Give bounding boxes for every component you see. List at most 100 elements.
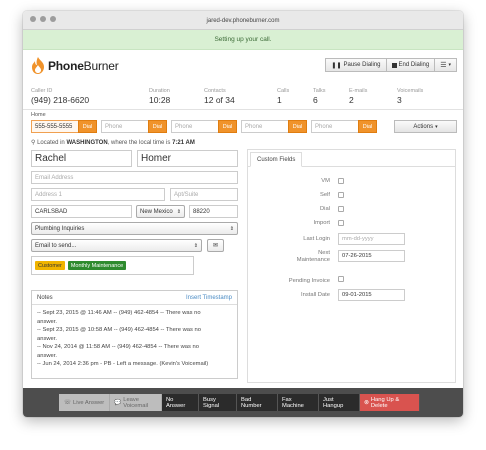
- insert-timestamp-link[interactable]: Insert Timestamp: [186, 295, 232, 301]
- phone-input[interactable]: Phone: [311, 120, 358, 133]
- last-login-input[interactable]: mm-dd-yyyy: [338, 233, 405, 245]
- email-field[interactable]: Email Address: [31, 171, 238, 184]
- address-input[interactable]: Address 1: [31, 188, 165, 201]
- email-template-select[interactable]: Email to send... ⇕: [31, 239, 202, 252]
- note-line: -- Jun 24, 2014 2:36 pm - PB - Left a me…: [37, 361, 209, 367]
- self-checkbox[interactable]: [338, 192, 344, 198]
- phone-input[interactable]: Phone: [171, 120, 218, 133]
- stat-calls-value: 1: [277, 95, 282, 105]
- import-checkbox[interactable]: [338, 220, 344, 226]
- url-bar[interactable]: jared-dev.phoneburner.com: [23, 11, 463, 30]
- phone-entry: Phone Dial: [101, 120, 167, 133]
- flame-logo-icon: [32, 57, 44, 74]
- live-answer-button[interactable]: ☏ Live Answer: [59, 394, 110, 411]
- logo-word-phone: Phone: [48, 58, 84, 73]
- cf-vm-label: VM: [321, 178, 330, 184]
- bad-number-button[interactable]: Bad Number: [237, 394, 278, 411]
- custom-fields-panel: Custom Fields VM Self Dial Import Last L…: [247, 149, 456, 383]
- list-menu-button[interactable]: ☰ ▾: [435, 58, 457, 72]
- phone-input[interactable]: Phone: [101, 120, 148, 133]
- cf-next-maintenance-label-line1: Next: [318, 250, 330, 256]
- zip-input[interactable]: 88220: [189, 205, 238, 218]
- category-select[interactable]: Plumbing Inquiries ⇕: [31, 222, 238, 235]
- updown-arrows-icon: ⇕: [193, 242, 198, 249]
- tag-monthly-maintenance[interactable]: Monthly Maintenance: [67, 261, 127, 270]
- just-hangup-button[interactable]: Just Hangup: [319, 394, 360, 411]
- stat-talks: Talks 6: [313, 88, 326, 105]
- phone-list: 555-555-5555 Dial Phone Dial Phone Dial …: [31, 120, 377, 133]
- note-line: answer.: [37, 318, 57, 325]
- email-send-button[interactable]: ✉: [207, 239, 224, 252]
- tab-custom-fields[interactable]: Custom Fields: [250, 152, 303, 167]
- dial-button[interactable]: Dial: [358, 120, 377, 133]
- dial-button[interactable]: Dial: [148, 120, 167, 133]
- notes-textarea[interactable]: -- Sept 23, 2015 @ 11:46 AM -- (949) 462…: [32, 305, 237, 373]
- cf-row-import: Import: [248, 220, 457, 231]
- busy-signal-button[interactable]: Busy Signal: [199, 394, 237, 411]
- no-answer-button[interactable]: No Answer: [162, 394, 199, 411]
- list-icon: ☰: [440, 62, 447, 69]
- install-date-input[interactable]: 09-01-2015: [338, 289, 405, 301]
- cf-import-label: Import: [313, 220, 330, 226]
- tag-customer[interactable]: Customer: [35, 261, 65, 270]
- pause-dialing-label: Pause Dialing: [343, 62, 381, 68]
- stat-caller-id-value: (949) 218-6620: [31, 95, 90, 105]
- cf-row-dial: Dial: [248, 206, 457, 217]
- phone-type-label: Home: [31, 112, 46, 118]
- note-line: answer.: [37, 335, 57, 342]
- hang-up-delete-button[interactable]: ⊗ Hang Up & Delete: [360, 394, 420, 411]
- state-select-value: New Mexico: [140, 208, 173, 215]
- location-prefix: Located in: [37, 140, 65, 146]
- tags-field[interactable]: Customer Monthly Maintenance: [31, 256, 194, 275]
- phoneburner-logo: PhoneBurner: [31, 57, 119, 74]
- pause-dialing-button[interactable]: ❚❚ Pause Dialing: [325, 58, 387, 72]
- stat-duration-label: Duration: [149, 88, 170, 94]
- cf-row-pending-invoice: Pending Invoice: [248, 276, 457, 287]
- dial-button[interactable]: Dial: [218, 120, 237, 133]
- email-template-value: Email to send...: [35, 242, 77, 249]
- note-line: -- Sept 23, 2015 @ 11:46 AM -- (949) 462…: [37, 310, 201, 316]
- stat-caller-id: Caller ID (949) 218-6620: [31, 88, 89, 105]
- phone-input[interactable]: Phone: [241, 120, 288, 133]
- dial-button[interactable]: Dial: [288, 120, 307, 133]
- local-time: 7:21 AM: [172, 140, 195, 146]
- logo-word-burner: Burner: [83, 58, 119, 73]
- first-name-input[interactable]: Rachel: [31, 150, 132, 167]
- notes-title: Notes: [37, 294, 53, 301]
- stat-talks-label: Talks: [313, 88, 326, 94]
- status-banner-text: Setting up your call.: [214, 36, 272, 43]
- notes-panel: Notes Insert Timestamp -- Sept 23, 2015 …: [31, 290, 238, 379]
- stat-emails-value: 2: [349, 95, 354, 105]
- vm-checkbox[interactable]: [338, 178, 344, 184]
- cf-row-vm: VM: [248, 178, 457, 189]
- fax-machine-button[interactable]: Fax Machine: [278, 394, 319, 411]
- cf-row-last-login: Last Login mm-dd-yyyy: [248, 233, 457, 245]
- note-line: -- Sept 23, 2015 @ 10:58 AM -- (949) 462…: [37, 327, 201, 333]
- next-maintenance-input[interactable]: 07-26-2015: [338, 250, 405, 262]
- pending-invoice-checkbox[interactable]: [338, 276, 344, 282]
- city-input[interactable]: CARLSBAD: [31, 205, 132, 218]
- stat-calls: Calls 1: [277, 88, 289, 105]
- location-middle: , where the local time is: [107, 140, 171, 146]
- dial-checkbox[interactable]: [338, 206, 344, 212]
- app-window: jared-dev.phoneburner.com Setting up you…: [23, 11, 463, 417]
- stat-voicemails: Voicemails 3: [397, 88, 423, 105]
- leave-voicemail-label: Leave Voicemail: [123, 396, 149, 409]
- caret-down-icon: ▾: [435, 123, 438, 130]
- note-line: -- Nov 24, 2014 @ 11:58 AM -- (949) 462-…: [37, 344, 199, 350]
- phone-input[interactable]: 555-555-5555: [31, 120, 78, 133]
- leave-voicemail-button[interactable]: 💬 Leave Voicemail: [110, 394, 162, 411]
- actions-label: Actions: [413, 123, 434, 130]
- actions-dropdown[interactable]: Actions ▾: [394, 120, 457, 133]
- dial-button[interactable]: Dial: [78, 120, 97, 133]
- last-name-input[interactable]: Homer: [137, 150, 238, 167]
- contact-panel: Home 555-555-5555 Dial Phone Dial Phone …: [23, 110, 463, 388]
- apt-suite-input[interactable]: Apt/Suite: [170, 188, 238, 201]
- stat-voicemails-label: Voicemails: [397, 88, 424, 94]
- location-info: ⚲ Located in WASHINGTON, where the local…: [31, 139, 195, 146]
- state-select[interactable]: New Mexico ⇕: [136, 205, 185, 218]
- updown-arrows-icon: ⇕: [176, 208, 181, 215]
- end-dialing-button[interactable]: End Dialing: [386, 58, 436, 72]
- cf-dial-label: Dial: [320, 206, 330, 212]
- phone-entry: 555-555-5555 Dial: [31, 120, 97, 133]
